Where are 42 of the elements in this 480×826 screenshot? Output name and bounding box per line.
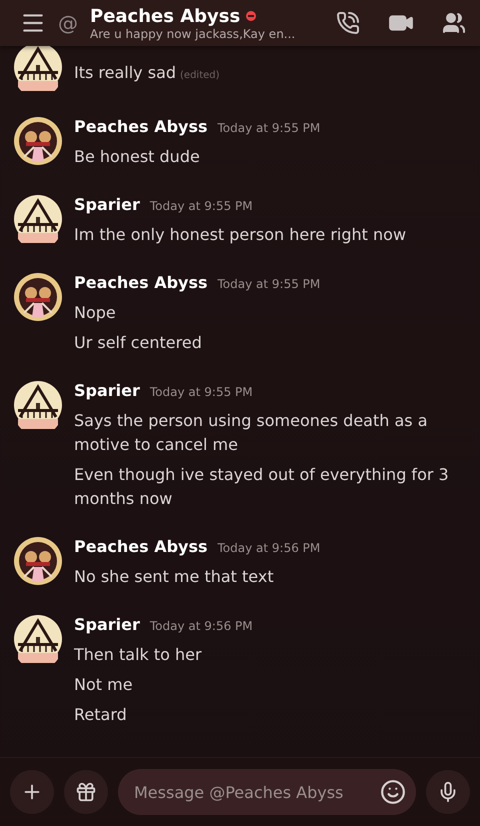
- message-text: Im the only honest person here right now: [74, 224, 406, 246]
- author-name[interactable]: Peaches Abyss: [74, 273, 208, 292]
- message-text: Nope: [74, 302, 117, 324]
- timestamp: Today at 9:56 PM: [218, 541, 320, 555]
- message-text: Be honest dude: [74, 146, 201, 168]
- gift-button[interactable]: [64, 770, 108, 814]
- author-name[interactable]: Sparier: [74, 195, 140, 214]
- message-text: No she sent me that text: [74, 566, 275, 588]
- avatar[interactable]: [14, 117, 62, 165]
- emoji-icon[interactable]: [380, 779, 406, 805]
- timestamp: Today at 9:55 PM: [150, 385, 253, 399]
- avatar[interactable]: [14, 381, 62, 429]
- gift-icon: [75, 781, 97, 803]
- avatar[interactable]: [14, 537, 62, 585]
- add-button[interactable]: [10, 770, 54, 814]
- edited-label: (edited): [180, 70, 220, 81]
- avatar[interactable]: [14, 46, 62, 91]
- message-field[interactable]: Message @Peaches Abyss: [118, 769, 416, 815]
- timestamp: Today at 9:55 PM: [150, 199, 253, 213]
- message-text: Its really sad (edited): [74, 62, 220, 84]
- author-name[interactable]: Peaches Abyss: [74, 117, 208, 136]
- at-sign: @: [58, 11, 78, 35]
- timestamp: Today at 9:55 PM: [218, 277, 320, 291]
- avatar[interactable]: [14, 273, 62, 321]
- timestamp: Today at 9:56 PM: [150, 619, 253, 633]
- channel-title: Peaches Abyss: [90, 6, 240, 26]
- avatar[interactable]: [14, 615, 62, 663]
- call-icon[interactable]: [336, 11, 360, 35]
- message-text: Then talk to her: [74, 644, 203, 666]
- message-text: Not me: [74, 674, 134, 696]
- status-text: Are u happy now jackass,Kay en...: [90, 26, 296, 40]
- author-name[interactable]: Peaches Abyss: [74, 537, 208, 556]
- author-name[interactable]: Sparier: [74, 615, 140, 634]
- avatar[interactable]: [14, 195, 62, 243]
- message-text: Ur self centered: [74, 332, 203, 354]
- members-icon[interactable]: [442, 11, 466, 35]
- message-text: Retard: [74, 704, 128, 726]
- mic-button[interactable]: [426, 770, 470, 814]
- timestamp: Today at 9:55 PM: [218, 121, 320, 135]
- author-name[interactable]: Sparier: [74, 381, 140, 400]
- message-text: Says the person using someones death as a motive to cancel me: [74, 410, 429, 456]
- message-text: Even though ive stayed out of everything for 3 months now: [74, 464, 450, 510]
